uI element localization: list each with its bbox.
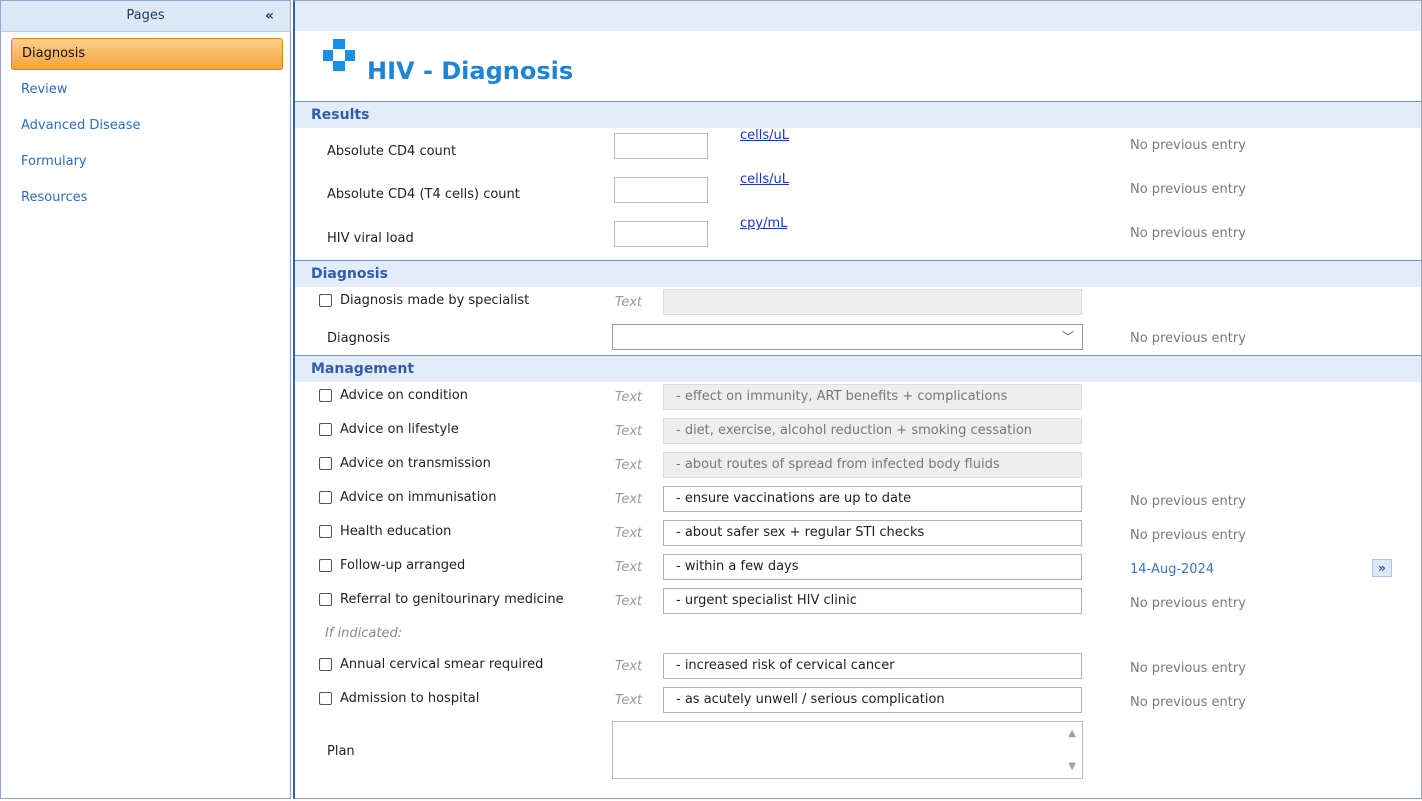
diagnosis-specialist-text-field[interactable] <box>663 289 1082 315</box>
advice-lifestyle-text-field[interactable]: - diet, exercise, alcohol reduction + sm… <box>663 418 1082 444</box>
text-hint: Text <box>615 424 643 439</box>
results-block: Absolute CD4 count cells/uL No previous … <box>295 128 1421 260</box>
text-hint: Text <box>615 594 643 609</box>
mgmt-row-condition: Advice on condition <box>319 388 468 403</box>
diagnosis-previous: No previous entry <box>1130 331 1246 346</box>
sidebar-item-resources[interactable]: Resources <box>11 182 283 214</box>
cd4-t4-count-previous: No previous entry <box>1130 182 1246 197</box>
management-block: Advice on condition Text - effect on imm… <box>295 382 1421 796</box>
diagnosis-select[interactable]: ﹀ <box>612 324 1083 350</box>
text-hint: Text <box>615 295 643 310</box>
text-hint: Text <box>615 560 643 575</box>
cervical-smear-previous: No previous entry <box>1130 661 1246 676</box>
viral-load-previous: No previous entry <box>1130 226 1246 241</box>
admission-checkbox[interactable] <box>319 692 332 705</box>
top-bar <box>295 1 1421 31</box>
advice-immunisation-previous: No previous entry <box>1130 494 1246 509</box>
health-education-label: Health education <box>340 524 452 539</box>
mgmt-row-admission: Admission to hospital <box>319 691 479 706</box>
sidebar-item-formulary[interactable]: Formulary <box>11 146 283 178</box>
medical-cross-icon <box>323 39 357 73</box>
follow-up-text-field[interactable]: - within a few days <box>663 554 1082 580</box>
advice-immunisation-text-field[interactable]: - ensure vaccinations are up to date <box>663 486 1082 512</box>
advice-lifestyle-label: Advice on lifestyle <box>340 422 459 437</box>
sidebar-title: Pages <box>126 8 165 23</box>
mgmt-row-cervical-smear: Annual cervical smear required <box>319 657 543 672</box>
follow-up-label: Follow-up arranged <box>340 558 466 573</box>
scroll-up-icon[interactable]: ▲ <box>1068 728 1076 739</box>
diagnosis-specialist-checkbox[interactable] <box>319 294 332 307</box>
section-diagnosis: Diagnosis <box>295 260 1421 287</box>
pages-sidebar: Pages « Diagnosis Review Advanced Diseas… <box>0 0 291 799</box>
advice-transmission-label: Advice on transmission <box>340 456 491 471</box>
cd4-t4-count-input[interactable] <box>614 177 708 203</box>
advice-condition-checkbox[interactable] <box>319 389 332 402</box>
diagnosis-specialist-row: Diagnosis made by specialist <box>319 293 529 308</box>
sidebar-item-advanced-disease[interactable]: Advanced Disease <box>11 110 283 142</box>
cervical-smear-text-field[interactable]: - increased risk of cervical cancer <box>663 653 1082 679</box>
health-education-previous: No previous entry <box>1130 528 1246 543</box>
viral-load-unit-link[interactable]: cpy/mL <box>740 216 787 231</box>
text-hint: Text <box>615 526 643 541</box>
cervical-smear-label: Annual cervical smear required <box>340 657 544 672</box>
health-education-checkbox[interactable] <box>319 525 332 538</box>
referral-gum-text-field[interactable]: - urgent specialist HIV clinic <box>663 588 1082 614</box>
follow-up-previous-date: 14-Aug-2024 <box>1130 562 1215 577</box>
mgmt-row-follow-up: Follow-up arranged <box>319 558 465 573</box>
referral-gum-checkbox[interactable] <box>319 593 332 606</box>
advice-condition-text-field[interactable]: - effect on immunity, ART benefits + com… <box>663 384 1082 410</box>
diagnosis-select-label: Diagnosis <box>327 331 391 346</box>
text-hint: Text <box>615 390 643 405</box>
cd4-t4-count-unit-link[interactable]: cells/uL <box>740 172 789 187</box>
section-results: Results <box>295 101 1421 128</box>
sidebar-item-diagnosis[interactable]: Diagnosis <box>11 38 283 70</box>
page-header: HIV - Diagnosis <box>295 31 1421 101</box>
mgmt-row-immunisation: Advice on immunisation <box>319 490 497 505</box>
mgmt-row-referral: Referral to genitourinary medicine <box>319 592 564 607</box>
advice-immunisation-label: Advice on immunisation <box>340 490 497 505</box>
referral-gum-label: Referral to genitourinary medicine <box>340 592 564 607</box>
cd4-count-unit-link[interactable]: cells/uL <box>740 128 789 143</box>
viral-load-label: HIV viral load <box>327 231 414 246</box>
advice-condition-label: Advice on condition <box>340 388 468 403</box>
mgmt-row-health-education: Health education <box>319 524 451 539</box>
text-hint: Text <box>615 492 643 507</box>
plan-textarea[interactable]: ▲ ▼ <box>612 721 1083 779</box>
cervical-smear-checkbox[interactable] <box>319 658 332 671</box>
admission-text-field[interactable]: - as acutely unwell / serious complicati… <box>663 687 1082 713</box>
viral-load-input[interactable] <box>614 221 708 247</box>
diagnosis-specialist-label: Diagnosis made by specialist <box>340 293 530 308</box>
referral-gum-previous: No previous entry <box>1130 596 1246 611</box>
sidebar-item-review[interactable]: Review <box>11 74 283 106</box>
cd4-count-previous: No previous entry <box>1130 138 1246 153</box>
advice-transmission-text-field[interactable]: - about routes of spread from infected b… <box>663 452 1082 478</box>
page-title: HIV - Diagnosis <box>367 57 574 85</box>
cd4-count-input[interactable] <box>614 133 708 159</box>
section-management: Management <box>295 355 1421 382</box>
mgmt-row-lifestyle: Advice on lifestyle <box>319 422 459 437</box>
mgmt-row-transmission: Advice on transmission <box>319 456 491 471</box>
admission-label: Admission to hospital <box>340 691 480 706</box>
diagnosis-block: Diagnosis made by specialist Text Diagno… <box>295 287 1421 355</box>
collapse-sidebar-icon[interactable]: « <box>265 1 274 31</box>
chevron-down-icon: ﹀ <box>1061 330 1074 344</box>
follow-up-checkbox[interactable] <box>319 559 332 572</box>
plan-label: Plan <box>327 744 355 759</box>
text-hint: Text <box>615 693 643 708</box>
text-hint: Text <box>615 458 643 473</box>
if-indicated-label: If indicated: <box>325 626 403 641</box>
sidebar-nav: Diagnosis Review Advanced Disease Formul… <box>1 32 290 214</box>
health-education-text-field[interactable]: - about safer sex + regular STI checks <box>663 520 1082 546</box>
admission-previous: No previous entry <box>1130 695 1246 710</box>
follow-up-expand-button[interactable]: » <box>1372 559 1392 577</box>
cd4-count-label: Absolute CD4 count <box>327 144 457 159</box>
main-panel: HIV - Diagnosis Results Absolute CD4 cou… <box>293 0 1422 799</box>
scroll-down-icon[interactable]: ▼ <box>1068 761 1076 772</box>
advice-transmission-checkbox[interactable] <box>319 457 332 470</box>
text-hint: Text <box>615 659 643 674</box>
cd4-t4-count-label: Absolute CD4 (T4 cells) count <box>327 187 520 202</box>
advice-lifestyle-checkbox[interactable] <box>319 423 332 436</box>
sidebar-header: Pages « <box>1 1 290 32</box>
advice-immunisation-checkbox[interactable] <box>319 491 332 504</box>
